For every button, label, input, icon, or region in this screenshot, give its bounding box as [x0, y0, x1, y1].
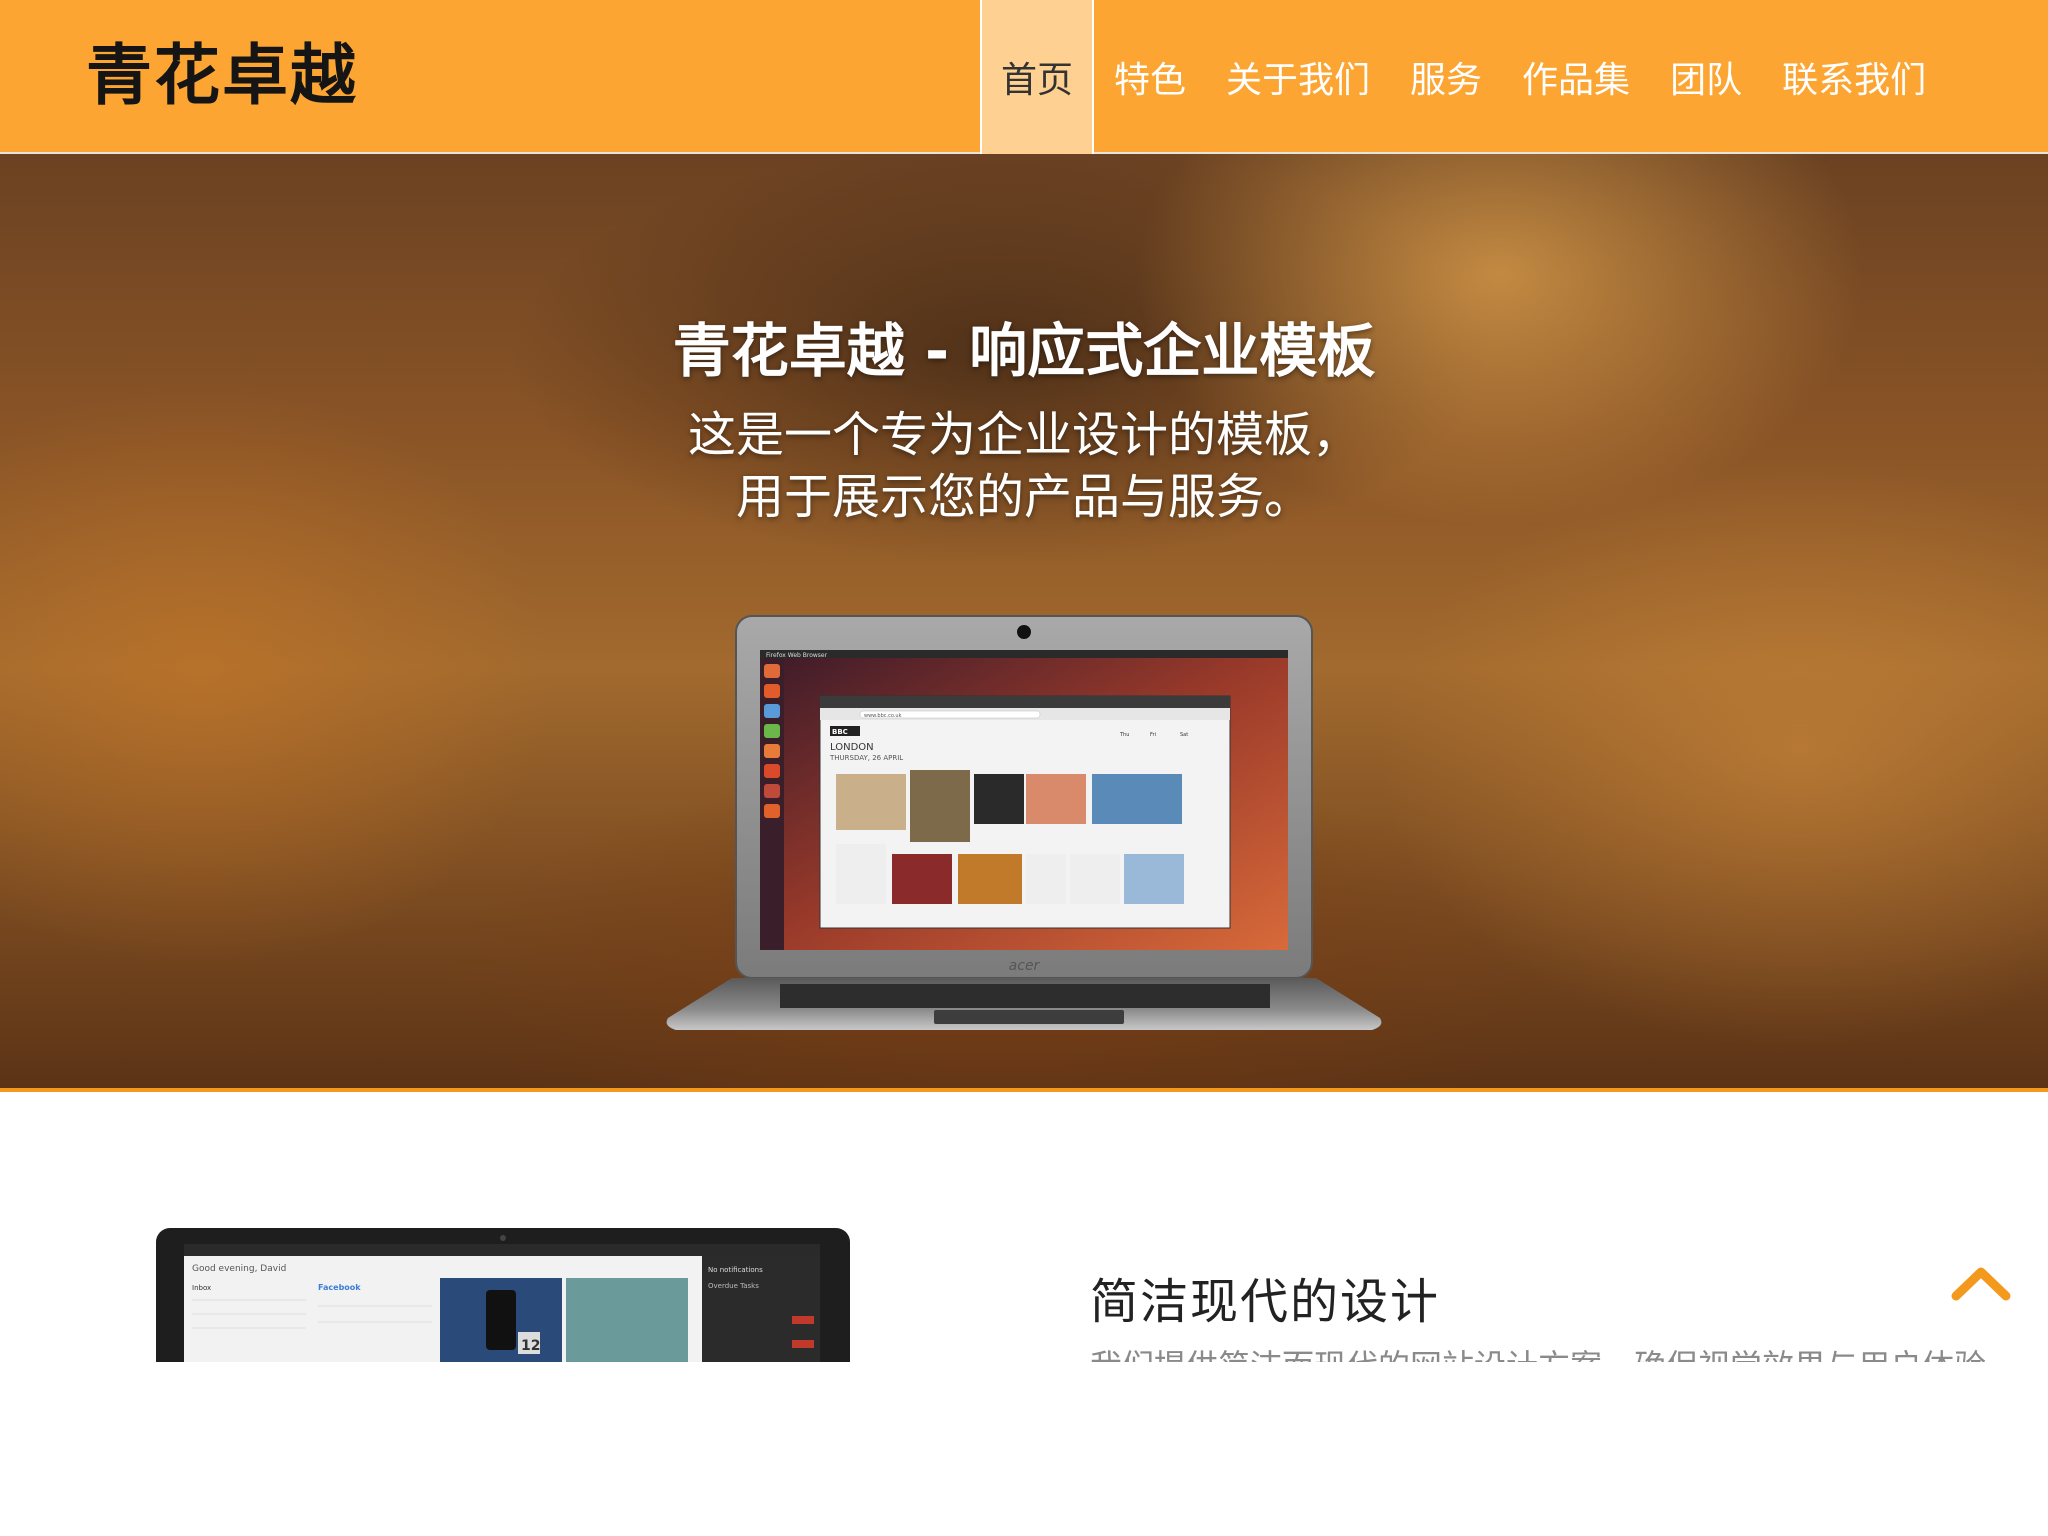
tablet-notifications: No notifications: [708, 1266, 763, 1274]
laptop-image: Firefox Web Browser www.bbc.co.uk BBC LO…: [666, 615, 1382, 1030]
laptop-weather-sat: Sat: [1180, 732, 1188, 738]
hero-title: 青花卓越 - 响应式企业模板: [672, 317, 1376, 385]
page-bottom-area: [0, 1362, 2048, 1536]
tablet-greeting: Good evening, David: [192, 1264, 286, 1274]
tablet-overdue: Overdue Tasks: [708, 1282, 759, 1290]
laptop-topbar-text: Firefox Web Browser: [766, 652, 828, 659]
tablet-calendar-badge: 12: [521, 1338, 540, 1354]
nav-portfolio[interactable]: 作品集: [1502, 0, 1650, 154]
chevron-up-icon[interactable]: [1950, 1262, 2012, 1302]
laptop-weather-fri: Fri: [1150, 732, 1156, 738]
main-nav: 首页 特色 关于我们 服务 作品集 团队 联系我们: [980, 0, 1946, 154]
tablet-image: Good evening, David Inbox Facebook 12 No…: [156, 1228, 850, 1362]
nav-features[interactable]: 特色: [1094, 0, 1206, 154]
hero-subtitle-line2: 用于展示您的产品与服务。: [735, 469, 1312, 525]
site-header: 青花卓越 首页 特色 关于我们 服务 作品集 团队 联系我们: [0, 0, 2048, 154]
laptop-weather-thu: Thu: [1119, 732, 1129, 738]
tablet-facebook-label: Facebook: [318, 1283, 361, 1292]
laptop-date: THURSDAY, 26 APRIL: [829, 754, 903, 762]
laptop-headline: LONDON: [830, 742, 874, 753]
feature-title: 简洁现代的设计: [1090, 1274, 1441, 1330]
nav-about[interactable]: 关于我们: [1206, 0, 1390, 154]
tablet-inbox-label: Inbox: [192, 1284, 211, 1292]
nav-contact[interactable]: 联系我们: [1762, 0, 1946, 154]
brand-logo[interactable]: 青花卓越: [86, 22, 358, 118]
hero-section: 青花卓越 - 响应式企业模板 这是一个专为企业设计的模板， 用于展示您的产品与服…: [0, 154, 2048, 1092]
nav-services[interactable]: 服务: [1390, 0, 1502, 154]
laptop-bbc-logo: BBC: [832, 728, 848, 736]
laptop-url-text: www.bbc.co.uk: [864, 713, 902, 719]
nav-team[interactable]: 团队: [1650, 0, 1762, 154]
hero-subtitle-line1: 这是一个专为企业设计的模板，: [687, 407, 1360, 463]
laptop-brand: acer: [1009, 958, 1041, 974]
hero-subtitle: 这是一个专为企业设计的模板， 用于展示您的产品与服务。: [0, 404, 2048, 528]
nav-home[interactable]: 首页: [980, 0, 1094, 154]
